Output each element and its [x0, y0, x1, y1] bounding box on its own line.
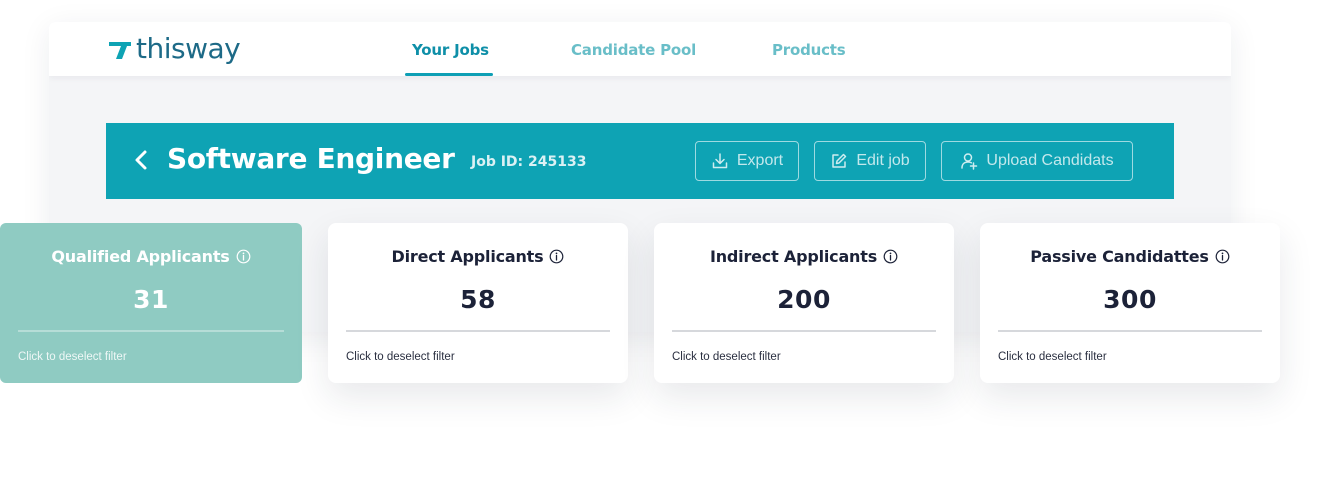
stat-card-hint[interactable]: Click to deselect filter [346, 351, 455, 363]
stat-card-direct-applicants[interactable]: Direct Applicants 58 Click to deselect f… [328, 223, 628, 383]
add-user-icon [961, 153, 978, 170]
page: thisway Your Jobs Candidate Pool Product… [0, 0, 1335, 494]
stat-card-hint[interactable]: Click to deselect filter [672, 351, 781, 363]
active-tab-indicator [405, 73, 493, 76]
stat-card-title: Passive Candidattes [980, 247, 1280, 266]
brand-name: thisway [136, 32, 241, 65]
stat-card-divider [672, 330, 936, 332]
job-header-bar: Software Engineer Job ID: 245133 Export … [106, 123, 1174, 199]
stat-card-hint[interactable]: Click to deselect filter [18, 351, 127, 363]
thisway-mark-icon [109, 42, 131, 59]
stat-card-title: Qualified Applicants [0, 247, 302, 266]
stat-card-divider [18, 330, 284, 332]
chevron-left-icon [135, 150, 147, 170]
stat-card-title-text: Indirect Applicants [709, 247, 878, 266]
stat-card-title-text: Direct Applicants [391, 247, 544, 266]
info-icon[interactable] [549, 249, 564, 264]
stat-card-passive-candidates[interactable]: Passive Candidattes 300 Click to deselec… [980, 223, 1280, 383]
export-label: Export [736, 152, 784, 169]
stat-card-divider [998, 330, 1262, 332]
upload-candidates-label: Upload Candidats [986, 152, 1114, 169]
job-id: Job ID: 245133 [471, 154, 587, 170]
stat-card-value: 200 [777, 285, 831, 314]
tab-your-jobs[interactable]: Your Jobs [412, 41, 489, 59]
stat-card-divider [346, 330, 610, 332]
top-navigation: thisway Your Jobs Candidate Pool Product… [49, 22, 1231, 76]
stat-card-value: 58 [460, 285, 496, 314]
edit-job-label: Edit job [856, 152, 910, 169]
stat-card-indirect-applicants[interactable]: Indirect Applicants 200 Click to deselec… [654, 223, 954, 383]
export-button[interactable]: Export [695, 141, 799, 181]
stat-card-title-text: Passive Candidattes [1030, 247, 1209, 266]
download-icon [712, 153, 728, 169]
info-icon[interactable] [1215, 249, 1230, 264]
back-button[interactable] [130, 147, 152, 173]
stat-card-value: 31 [133, 285, 169, 314]
edit-icon [832, 153, 847, 168]
stat-card-value: 300 [1103, 285, 1157, 314]
info-icon[interactable] [883, 249, 898, 264]
edit-job-button[interactable]: Edit job [814, 141, 926, 181]
stat-card-hint[interactable]: Click to deselect filter [998, 351, 1107, 363]
tab-candidate-pool[interactable]: Candidate Pool [571, 41, 696, 59]
stat-card-title: Direct Applicants [328, 247, 628, 266]
brand-logo[interactable]: thisway [107, 31, 241, 67]
info-icon[interactable] [236, 249, 251, 264]
stat-card-title-text: Qualified Applicants [51, 247, 230, 266]
stat-card-title: Indirect Applicants [654, 247, 954, 266]
tab-products[interactable]: Products [772, 41, 846, 59]
job-title: Software Engineer [167, 142, 455, 175]
upload-candidates-button[interactable]: Upload Candidats [941, 141, 1133, 181]
stat-card-qualified-applicants[interactable]: Qualified Applicants 31 Click to deselec… [0, 223, 302, 383]
